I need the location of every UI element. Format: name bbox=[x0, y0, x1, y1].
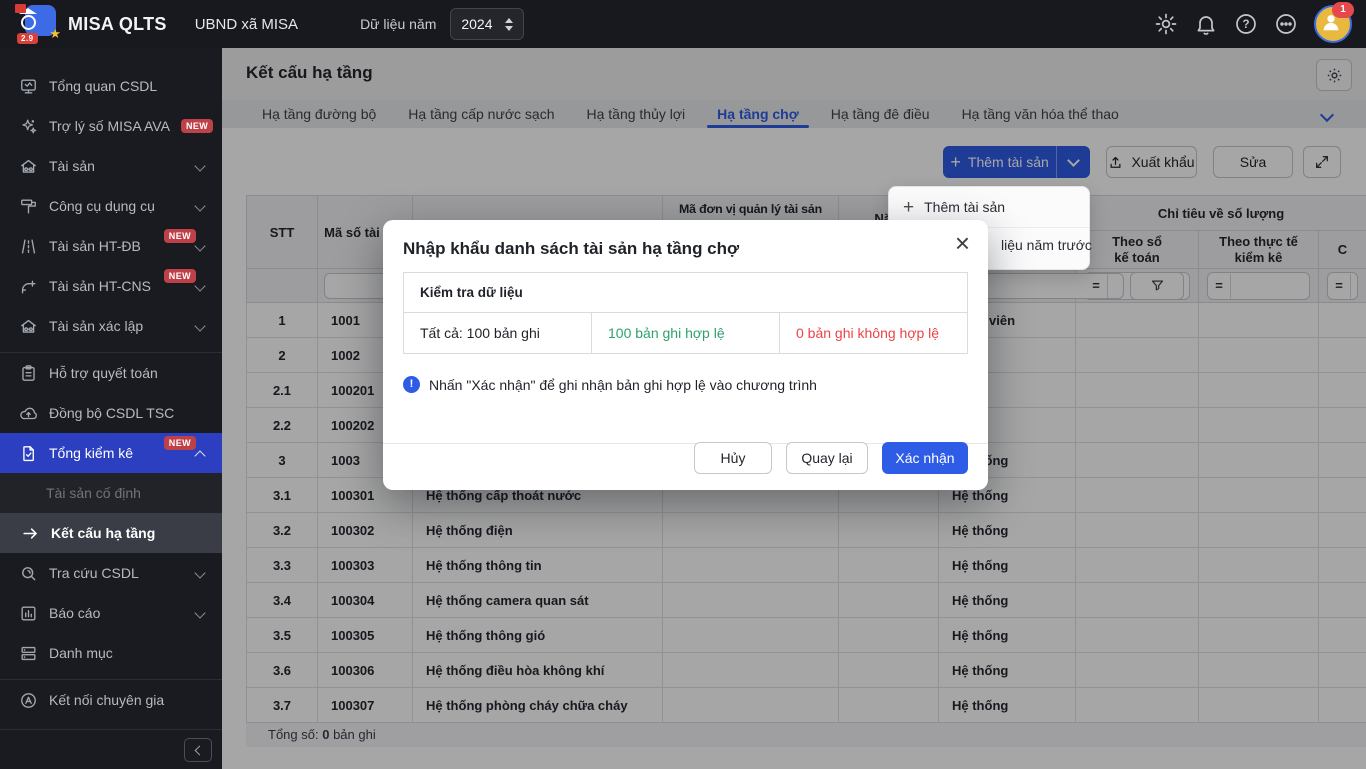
sidebar-item-label: Tài sản HT-ĐB bbox=[49, 238, 141, 254]
sidebar-item-tro-ly-so-misa-ava[interactable]: Trợ lý số MISA AVA NEW bbox=[0, 106, 222, 146]
year-label: Dữ liệu năm bbox=[360, 16, 436, 32]
sidebar-item-cong-cu-dung-cu[interactable]: Công cụ dụng cụ bbox=[0, 186, 222, 226]
settings-gear-icon[interactable] bbox=[1154, 12, 1178, 36]
sidebar-item-label: Trợ lý số MISA AVA bbox=[49, 118, 170, 134]
sidebar-item-label: Kết nối chuyên gia bbox=[49, 692, 164, 708]
sidebar-item-bao-cao[interactable]: Báo cáo bbox=[0, 593, 222, 633]
valid-records-cell: 100 bản ghi hợp lệ bbox=[592, 313, 780, 353]
organization-name: UBND xã MISA bbox=[195, 16, 298, 33]
sidebar-subitem-tai-san-co-dinh[interactable]: Tài sản cố định bbox=[0, 473, 222, 513]
home-icon bbox=[18, 316, 38, 336]
app-logo: ★ 2.9 bbox=[12, 4, 58, 44]
sidebar-item-label: Danh mục bbox=[49, 645, 113, 661]
sparkles-icon bbox=[18, 116, 38, 136]
sidebar-item-danh-muc[interactable]: Danh mục bbox=[0, 633, 222, 673]
all-records-cell: Tất cả: 100 bản ghi bbox=[404, 313, 592, 353]
chevron-icon bbox=[194, 280, 205, 291]
new-badge: NEW bbox=[181, 119, 213, 133]
sidebar-item-label: Tra cứu CSDL bbox=[49, 565, 139, 581]
sidebar-subitem-ket-cau-ha-tang[interactable]: Kết cấu hạ tầng bbox=[0, 513, 222, 553]
new-badge: NEW bbox=[164, 436, 196, 450]
monitor-icon bbox=[18, 76, 38, 96]
import-modal: Nhập khẩu danh sách tài sản hạ tầng chợ … bbox=[383, 220, 988, 490]
chevron-icon bbox=[194, 607, 205, 618]
check-table-header: Kiểm tra dữ liệu bbox=[404, 273, 967, 313]
modal-actions: Hủy Quay lại Xác nhận bbox=[694, 442, 968, 474]
sidebar-item-tong-quan-csdl[interactable]: Tổng quan CSDL bbox=[0, 66, 222, 106]
modal-note: ! Nhấn "Xác nhận" để ghi nhận bản ghi hợ… bbox=[403, 376, 817, 393]
sidebar-item-dong-bo-csdl-tsc[interactable]: Đồng bộ CSDL TSC bbox=[0, 393, 222, 433]
pipe-icon bbox=[18, 276, 38, 296]
topbar-actions: ? 1 bbox=[1154, 5, 1366, 43]
sidebar-item-label: Đồng bộ CSDL TSC bbox=[49, 405, 174, 421]
sidebar-item-tong-kiem-ke[interactable]: Tổng kiểm kê NEW bbox=[0, 433, 222, 473]
chevron-icon bbox=[194, 567, 205, 578]
clipboard-icon bbox=[18, 363, 38, 383]
chevron-icon bbox=[194, 160, 205, 171]
sidebar-item-tai-san-xac-lap[interactable]: Tài sản xác lập bbox=[0, 306, 222, 346]
star-icon: ★ bbox=[49, 27, 61, 40]
sidebar-item-label: Kết cấu hạ tầng bbox=[51, 525, 155, 541]
invalid-records-cell: 0 bản ghi không hợp lệ bbox=[780, 313, 967, 353]
user-avatar[interactable]: 1 bbox=[1314, 5, 1352, 43]
chevron-icon bbox=[194, 240, 205, 251]
sidebar-item-label: Công cụ dụng cụ bbox=[49, 198, 155, 214]
data-check-table: Kiểm tra dữ liệu Tất cả: 100 bản ghi 100… bbox=[403, 272, 968, 354]
version-badge: 2.9 bbox=[17, 33, 38, 44]
chevron-icon bbox=[194, 320, 205, 331]
sidebar-item-label: Hỗ trợ quyết toán bbox=[49, 365, 158, 381]
flag-icon bbox=[15, 4, 26, 13]
search-icon bbox=[18, 563, 38, 583]
year-select[interactable]: 2024 bbox=[450, 8, 523, 40]
confirm-button[interactable]: Xác nhận bbox=[882, 442, 968, 474]
chevron-left-icon bbox=[194, 745, 204, 755]
close-icon[interactable]: × bbox=[955, 230, 970, 256]
sidebar-item-tra-cuu-csdl[interactable]: Tra cứu CSDL bbox=[0, 553, 222, 593]
app-title: MISA QLTS bbox=[68, 14, 167, 35]
sidebar-item-label: Tài sản xác lập bbox=[49, 318, 143, 334]
sidebar-item-tai-san[interactable]: Tài sản bbox=[0, 146, 222, 186]
back-button[interactable]: Quay lại bbox=[786, 442, 868, 474]
chart-icon bbox=[18, 603, 38, 623]
sidebar-item-label: Tổng quan CSDL bbox=[49, 78, 157, 94]
expert-icon bbox=[18, 690, 38, 710]
modal-title: Nhập khẩu danh sách tài sản hạ tầng chợ bbox=[403, 239, 739, 259]
help-icon[interactable]: ? bbox=[1234, 12, 1258, 36]
chevron-icon bbox=[194, 200, 205, 211]
road-icon bbox=[18, 236, 38, 256]
sidebar-item-label: Tài sản bbox=[49, 158, 95, 174]
sidebar-collapse-bar bbox=[0, 729, 222, 769]
home-icon bbox=[18, 156, 38, 176]
sidebar-item-label: Tổng kiểm kê bbox=[49, 445, 133, 461]
doc-check-icon bbox=[18, 443, 38, 463]
new-badge: NEW bbox=[164, 269, 196, 283]
list-icon bbox=[18, 643, 38, 663]
cloud-icon bbox=[18, 403, 38, 423]
sidebar-item-label: Báo cáo bbox=[49, 605, 100, 621]
plus-icon: + bbox=[903, 198, 914, 217]
sidebar-item-label: Tài sản cố định bbox=[46, 485, 141, 501]
app-window: ★ 2.9 MISA QLTS UBND xã MISA Dữ liệu năm… bbox=[0, 0, 1366, 769]
sidebar-item-ket-noi-chuyen-gia[interactable]: Kết nối chuyên gia bbox=[0, 680, 222, 720]
stepper-icon[interactable] bbox=[505, 18, 513, 31]
year-value: 2024 bbox=[461, 16, 492, 32]
more-options-icon[interactable] bbox=[1274, 12, 1298, 36]
svg-text:?: ? bbox=[1242, 19, 1249, 31]
sidebar-item-tai-san-ht-db[interactable]: Tài sản HT-ĐB NEW bbox=[0, 226, 222, 266]
cancel-button[interactable]: Hủy bbox=[694, 442, 772, 474]
sidebar-item-tai-san-ht-cns[interactable]: Tài sản HT-CNS NEW bbox=[0, 266, 222, 306]
roller-icon bbox=[18, 196, 38, 216]
notification-count-badge: 1 bbox=[1332, 2, 1354, 18]
info-icon: ! bbox=[403, 376, 420, 393]
arrow-right-icon bbox=[20, 523, 40, 543]
sidebar-item-ho-tro-quyet-toan[interactable]: Hỗ trợ quyết toán bbox=[0, 353, 222, 393]
chevron-icon bbox=[194, 450, 205, 461]
collapse-sidebar-button[interactable] bbox=[184, 738, 212, 762]
sidebar-nav: Tổng quan CSDL Trợ lý số MISA AVA NEW Tà… bbox=[0, 48, 222, 720]
sidebar-item-label: Tài sản HT-CNS bbox=[49, 278, 151, 294]
notifications-bell-icon[interactable] bbox=[1194, 12, 1218, 36]
new-badge: NEW bbox=[164, 229, 196, 243]
sidebar: Tổng quan CSDL Trợ lý số MISA AVA NEW Tà… bbox=[0, 48, 222, 769]
topbar: ★ 2.9 MISA QLTS UBND xã MISA Dữ liệu năm… bbox=[0, 0, 1366, 48]
